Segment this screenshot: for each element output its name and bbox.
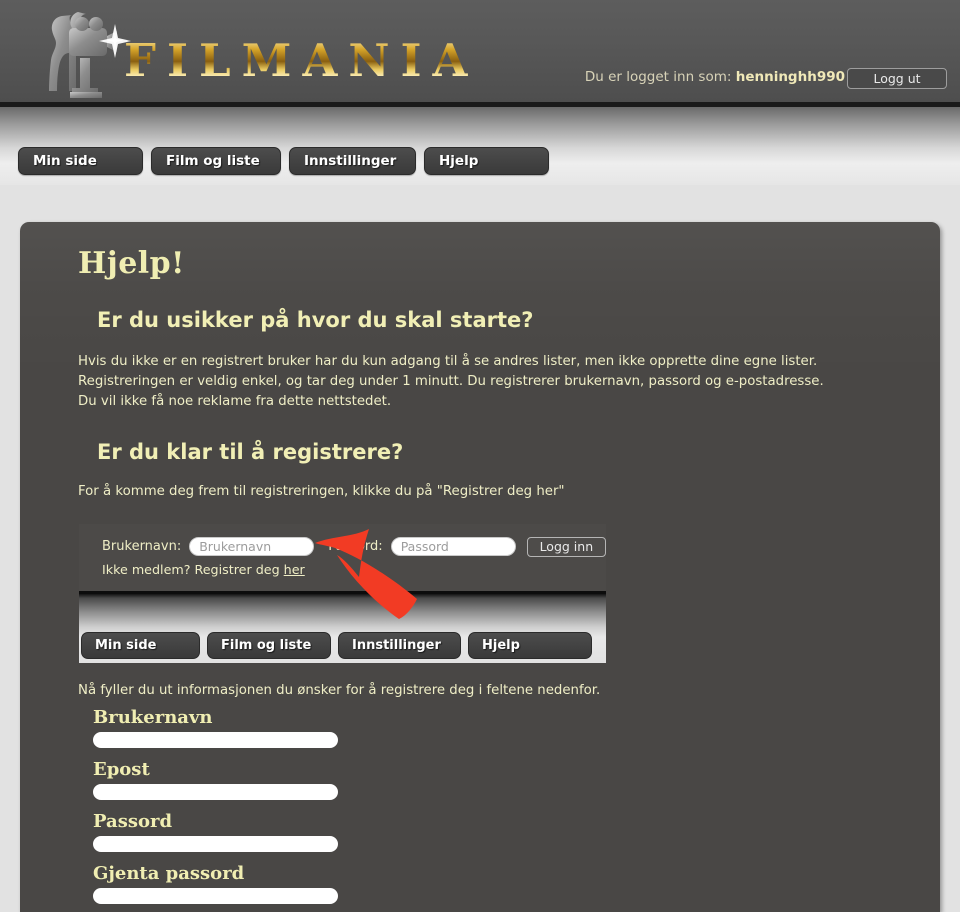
cameraman-icon	[49, 12, 131, 98]
preview-password-input[interactable]	[390, 537, 516, 557]
register-here-link[interactable]: her	[284, 562, 305, 577]
preview-nav-item-min-side[interactable]: Min side	[81, 631, 200, 659]
intro-line-3: Du vil ikke få noe reklame fra dette net…	[78, 394, 392, 410]
nav-item-film-og-liste[interactable]: Film og liste	[151, 147, 281, 175]
nav-item-hjelp[interactable]: Hjelp	[424, 147, 549, 175]
intro-line-1: Hvis du ikke er en registrert bruker har…	[78, 354, 818, 369]
preview-nav-bar: Min side Film og liste Innstillinger Hje…	[79, 590, 606, 663]
preview-nav-item-film-og-liste[interactable]: Film og liste	[207, 631, 331, 659]
intro-line-2: Registreringen er veldig enkel, og tar d…	[78, 374, 824, 390]
nav-item-innstillinger[interactable]: Innstillinger	[289, 147, 416, 175]
site-logo: FILMANIA	[22, 0, 467, 102]
registration-intro: Nå fyller du ut informasjonen du ønsker …	[78, 682, 601, 698]
nav-item-min-side[interactable]: Min side	[18, 147, 143, 175]
username-field[interactable]	[93, 731, 338, 748]
preview-username-label: Brukernavn:	[102, 539, 182, 555]
label-brukernavn: Brukernavn	[93, 706, 213, 728]
label-epost: Epost	[93, 758, 150, 780]
preview-password-label: Passord:	[328, 539, 383, 555]
label-passord: Passord	[93, 810, 173, 832]
preview-nav-item-hjelp[interactable]: Hjelp	[468, 631, 592, 659]
content-inner: Hjelp! Er du usikker på hvor du skal sta…	[20, 222, 940, 912]
preview-nav-list: Min side Film og liste Innstillinger Hje…	[81, 631, 592, 659]
register-instruction: For å komme deg frem til registreringen,…	[78, 483, 565, 499]
preview-login-row: Brukernavn: Passord: Logg inn	[102, 536, 606, 557]
logout-button[interactable]: Logg ut	[847, 68, 947, 89]
preview-member-prompt: Ikke medlem? Registrer deg her	[102, 562, 606, 577]
main-nav-list: Min side Film og liste Innstillinger Hje…	[18, 147, 549, 175]
brand-title: FILMANIA	[124, 34, 479, 87]
section-heading-start: Er du usikker på hvor du skal starte?	[97, 308, 534, 332]
label-gjenta-passord: Gjenta passord	[93, 862, 245, 884]
registration-form: Brukernavn Epost Passord Gjenta passord …	[93, 707, 882, 912]
content-panel: Hjelp! Er du usikker på hvor du skal sta…	[20, 222, 940, 912]
page-title: Hjelp!	[78, 246, 185, 281]
password-field[interactable]	[93, 835, 338, 852]
site-header: FILMANIA Du er logget inn som: henninghh…	[0, 0, 960, 107]
intro-paragraph: Hvis du ikke er en registrert bruker har…	[78, 352, 882, 413]
section-heading-register: Er du klar til å registrere?	[97, 439, 404, 464]
login-widget-preview: Brukernavn: Passord: Logg inn Ikke medle…	[79, 523, 606, 663]
email-field[interactable]	[93, 783, 338, 800]
login-status: Du er logget inn som: henninghh990	[585, 69, 845, 85]
repeat-password-field[interactable]	[93, 887, 338, 904]
preview-login-button[interactable]: Logg inn	[526, 536, 606, 557]
main-navigation: Min side Film og liste Innstillinger Hje…	[0, 107, 960, 185]
preview-nav-item-innstillinger[interactable]: Innstillinger	[338, 631, 461, 659]
preview-member-prompt-text: Ikke medlem? Registrer deg	[102, 561, 280, 577]
login-status-prefix: Du er logget inn som:	[584, 69, 732, 85]
preview-login-bar: Brukernavn: Passord: Logg inn Ikke medle…	[79, 523, 606, 591]
logged-in-username: henninghh990	[735, 69, 845, 85]
preview-username-input[interactable]	[189, 537, 315, 557]
